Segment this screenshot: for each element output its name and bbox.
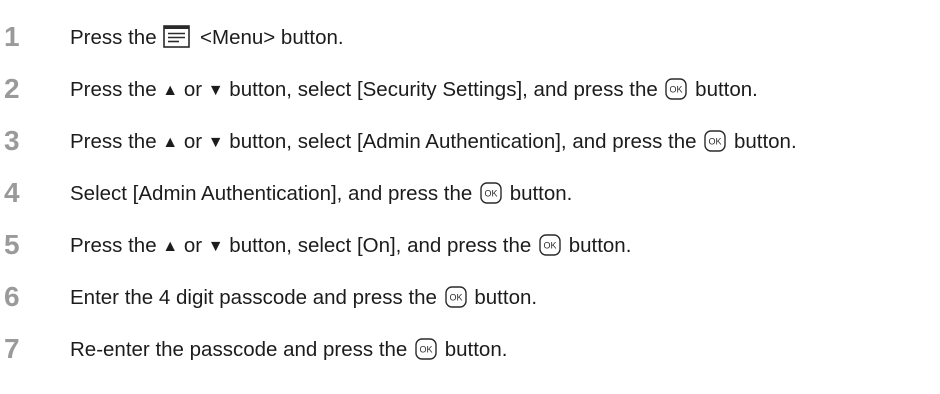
step-number: 4 [4, 177, 20, 208]
step-text-part: or [178, 234, 208, 257]
ok-button-icon: OK [480, 181, 502, 204]
ok-label: OK [484, 188, 497, 198]
step-number: 1 [4, 21, 20, 52]
step-text-part: Press the [70, 130, 163, 153]
step-6: 6 Enter the 4 digit passcode and press t… [0, 280, 940, 320]
step-text-part: Press the [70, 234, 163, 257]
step-text-part: button. [474, 286, 538, 309]
up-arrow-icon: ▲ [162, 134, 179, 151]
step-2: 2 Press the ▲ or ▼ button, select [Secur… [0, 72, 940, 112]
menu-button-icon [163, 25, 191, 48]
step-text-part: button. [444, 338, 508, 361]
step-text: Press the <Menu> button. [70, 24, 344, 52]
ok-label: OK [420, 344, 433, 354]
down-arrow-icon: ▼ [207, 82, 224, 99]
step-text-part: <Menu> button. [200, 26, 344, 49]
step-text-part: button, select [Security Settings], and … [223, 78, 658, 101]
ok-label: OK [670, 84, 683, 94]
step-text: Press the ▲ or ▼ button, select [On], an… [70, 232, 631, 262]
step-text-part: or [178, 130, 208, 153]
step-text-part: button, select [Admin Authentication], a… [223, 130, 697, 153]
ok-button-icon: OK [704, 129, 726, 152]
ok-button-icon: OK [415, 337, 437, 360]
step-1: 1 Press the <Menu> button. [0, 20, 940, 60]
ok-button-icon: OK [539, 233, 561, 256]
step-text-part: or [178, 78, 208, 101]
step-text-part: button. [568, 234, 632, 257]
step-3: 3 Press the ▲ or ▼ button, select [Admin… [0, 124, 940, 164]
step-number: 3 [4, 125, 20, 156]
ok-label: OK [449, 292, 462, 302]
step-text: Re-enter the passcode and press the OK b… [70, 336, 507, 364]
down-arrow-icon: ▼ [207, 134, 224, 151]
step-text: Select [Admin Authentication], and press… [70, 180, 572, 208]
step-text-part: button. [509, 182, 573, 205]
ok-button-icon: OK [665, 77, 688, 100]
step-text-part: button, select [On], and press the [223, 234, 532, 257]
step-text: Press the ▲ or ▼ button, select [Securit… [70, 76, 758, 106]
step-text-part: Press the [70, 78, 163, 101]
down-arrow-icon: ▼ [207, 238, 224, 255]
step-text-part: Press the [70, 26, 157, 49]
step-text: Press the ▲ or ▼ button, select [Admin A… [70, 128, 797, 158]
ok-label: OK [709, 136, 722, 146]
step-number: 6 [4, 281, 20, 312]
up-arrow-icon: ▲ [162, 82, 179, 99]
ok-label: OK [543, 240, 556, 250]
step-text-part: Re-enter the passcode and press the [70, 338, 408, 361]
step-number: 5 [4, 229, 20, 260]
step-number: 7 [4, 333, 20, 364]
step-4: 4 Select [Admin Authentication], and pre… [0, 176, 940, 216]
step-number: 2 [4, 73, 20, 104]
step-text-part: button. [733, 130, 797, 153]
up-arrow-icon: ▲ [162, 238, 179, 255]
step-7: 7 Re-enter the passcode and press the OK… [0, 332, 940, 372]
step-text-part: button. [695, 78, 758, 101]
ok-button-icon: OK [444, 285, 467, 308]
step-text-part: Enter the 4 digit passcode and press the [70, 286, 437, 309]
step-text-part: Select [Admin Authentication], and press… [70, 182, 473, 205]
step-text: Enter the 4 digit passcode and press the… [70, 284, 537, 312]
step-5: 5 Press the ▲ or ▼ button, select [On], … [0, 228, 940, 268]
